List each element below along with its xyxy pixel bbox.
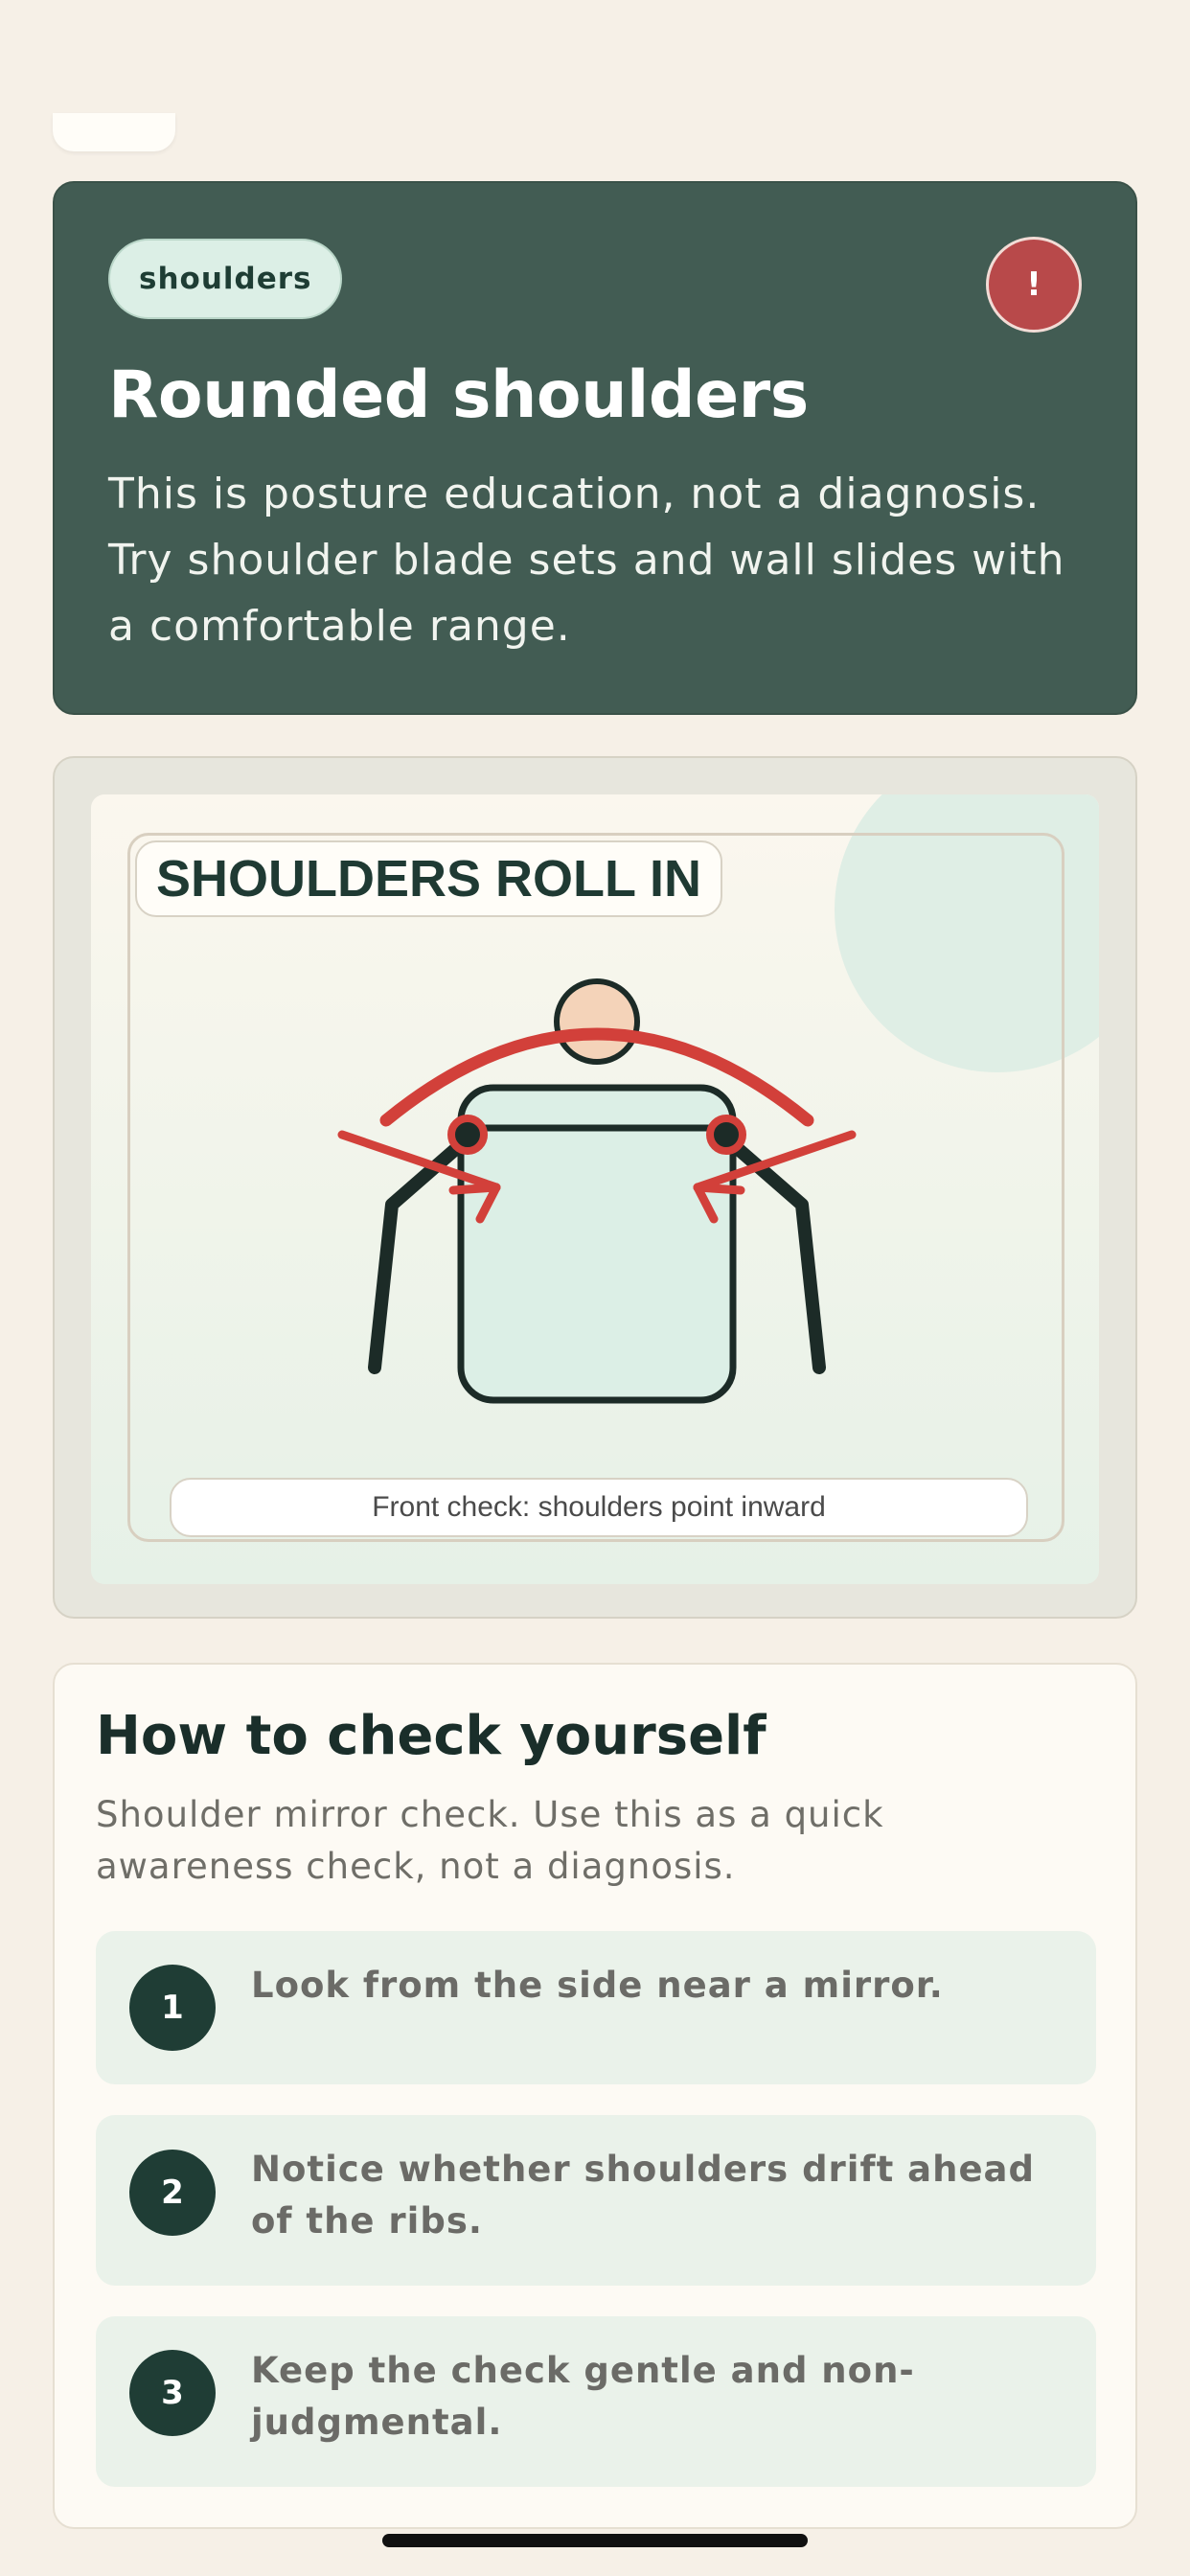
step-text: Notice whether shoulders drift ahead of … [251, 2149, 1036, 2242]
left-arrow-head [448, 1183, 501, 1195]
illustration-card: SHOULDERS ROLL IN Front check: shoulders… [53, 756, 1137, 1619]
section-title: How to check yourself [96, 1705, 767, 1767]
figure-head [554, 978, 640, 1065]
alert-symbol: ! [1026, 265, 1041, 304]
page-title: Rounded shoulders [108, 357, 809, 433]
posture-hero-card: shoulders ! Rounded shoulders This is po… [53, 181, 1137, 715]
previous-card-edge [53, 113, 175, 151]
alert-icon[interactable]: ! [986, 237, 1082, 333]
home-indicator[interactable] [382, 2534, 808, 2547]
step-item: 2 Notice whether shoulders drift ahead o… [96, 2115, 1096, 2286]
left-shoulder-marker [447, 1115, 488, 1155]
self-check-card: How to check yourself Shoulder mirror ch… [53, 1663, 1137, 2529]
right-arrow-head [693, 1183, 745, 1195]
hero-description: This is posture education, not a diagnos… [108, 470, 1065, 651]
illustration-canvas: SHOULDERS ROLL IN Front check: shoulders… [91, 794, 1099, 1584]
step-text: Look from the side near a mirror. [251, 1965, 944, 2006]
rounded-shoulders-figure [337, 978, 857, 1404]
step-text: Keep the check gentle and non-judgmental… [251, 2350, 915, 2443]
step-item: 1 Look from the side near a mirror. [96, 1931, 1096, 2084]
illustration-caption: Front check: shoulders point inward [170, 1478, 1028, 1537]
section-subtitle: Shoulder mirror check. Use this as a qui… [96, 1794, 884, 1887]
step-number-badge: 3 [129, 2350, 216, 2436]
figure-torso [457, 1084, 737, 1404]
body-area-chip[interactable]: shoulders [108, 239, 343, 319]
right-shoulder-marker [706, 1115, 746, 1155]
step-number-badge: 2 [129, 2150, 216, 2236]
step-number-badge: 1 [129, 1965, 216, 2051]
step-item: 3 Keep the check gentle and non-judgment… [96, 2316, 1096, 2487]
